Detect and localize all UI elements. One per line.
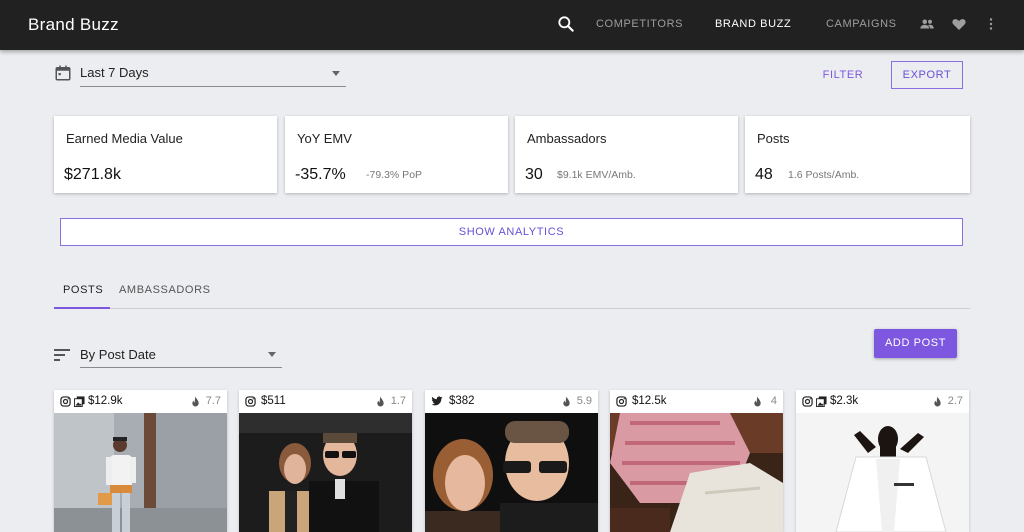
instagram-icon [60, 396, 71, 407]
heart-icon[interactable] [950, 15, 968, 33]
stat-value: -35.7% [295, 166, 346, 183]
post-card-header: $12.5k 4 [610, 390, 783, 413]
post-card[interactable]: $12.9k 7.7 [54, 390, 227, 532]
post-card[interactable]: $2.3k 2.7 [796, 390, 969, 532]
date-range-select[interactable]: Last 7 Days [80, 60, 346, 87]
flame-icon [377, 396, 384, 407]
post-emv: $12.5k [632, 395, 667, 407]
show-analytics-button[interactable]: SHOW ANALYTICS [60, 218, 963, 246]
sort-select[interactable]: By Post Date [80, 341, 282, 368]
twitter-icon [431, 396, 443, 406]
post-image [239, 413, 412, 532]
stat-label: YoY EMV [297, 131, 352, 146]
tab-ambassadors[interactable]: AMBASSADORS [119, 284, 211, 296]
post-image [425, 413, 598, 532]
active-tab-indicator [54, 307, 110, 309]
instagram-icon [802, 396, 813, 407]
post-score: 1.7 [390, 395, 406, 407]
stat-value: $271.8k [64, 166, 121, 183]
sort-value: By Post Date [80, 347, 156, 362]
nav-link-campaigns[interactable]: CAMPAIGNS [826, 18, 897, 30]
post-card-header: $2.3k 2.7 [796, 390, 969, 413]
post-card-header: $511 1.7 [239, 390, 412, 413]
add-post-button[interactable]: ADD POST [874, 329, 957, 358]
gallery-icon [816, 396, 827, 407]
post-score: 4 [770, 395, 777, 407]
post-image [610, 413, 783, 532]
people-icon[interactable] [918, 15, 936, 33]
post-card-header: $382 5.9 [425, 390, 598, 413]
stat-value: 48 [755, 166, 773, 183]
more-vert-icon[interactable] [982, 15, 1000, 33]
post-emv: $382 [449, 395, 475, 407]
tabs-divider [54, 308, 970, 309]
top-app-bar: Brand Buzz COMPETITORS BRAND BUZZ CAMPAI… [0, 0, 1024, 50]
calendar-icon [55, 65, 71, 81]
post-emv: $511 [261, 395, 286, 407]
stat-card-posts: Posts 48 1.6 Posts/Amb. [745, 116, 970, 193]
post-image [796, 413, 969, 532]
nav-link-competitors[interactable]: COMPETITORS [596, 18, 683, 30]
stat-card-emv: Earned Media Value $271.8k [54, 116, 277, 193]
post-score: 2.7 [947, 395, 963, 407]
flame-icon [934, 396, 941, 407]
nav-link-brand-buzz[interactable]: BRAND BUZZ [715, 18, 791, 30]
app-title: Brand Buzz [28, 15, 119, 34]
post-score: 7.7 [205, 395, 221, 407]
post-card-header: $12.9k 7.7 [54, 390, 227, 413]
post-emv: $2.3k [830, 395, 859, 407]
stat-value: 30 [525, 166, 543, 183]
gallery-icon [74, 396, 85, 407]
stat-card-yoy-emv: YoY EMV -35.7% -79.3% PoP [285, 116, 508, 193]
filter-button[interactable]: FILTER [812, 62, 874, 88]
post-emv: $12.9k [88, 395, 123, 407]
flame-icon [754, 396, 761, 407]
instagram-icon [616, 396, 627, 407]
date-range-value: Last 7 Days [80, 65, 149, 80]
search-icon[interactable] [556, 14, 576, 34]
stat-card-ambassadors: Ambassadors 30 $9.1k EMV/Amb. [515, 116, 738, 193]
flame-icon [563, 396, 570, 407]
sort-icon [54, 349, 70, 361]
stat-subvalue: $9.1k EMV/Amb. [557, 169, 636, 181]
export-button[interactable]: EXPORT [891, 61, 963, 89]
stat-label: Posts [757, 131, 790, 146]
tab-posts[interactable]: POSTS [63, 284, 103, 296]
stat-subvalue: -79.3% PoP [366, 169, 423, 181]
post-card[interactable]: $12.5k 4 [610, 390, 783, 532]
instagram-icon [245, 396, 256, 407]
stat-label: Earned Media Value [66, 131, 183, 146]
post-card[interactable]: $511 1.7 [239, 390, 412, 532]
post-image [54, 413, 227, 532]
stat-subvalue: 1.6 Posts/Amb. [788, 169, 860, 181]
stat-label: Ambassadors [527, 131, 607, 146]
post-score: 5.9 [576, 395, 592, 407]
chevron-down-icon [268, 352, 276, 357]
post-card[interactable]: $382 5.9 [425, 390, 598, 532]
chevron-down-icon [332, 71, 340, 76]
flame-icon [192, 396, 199, 407]
